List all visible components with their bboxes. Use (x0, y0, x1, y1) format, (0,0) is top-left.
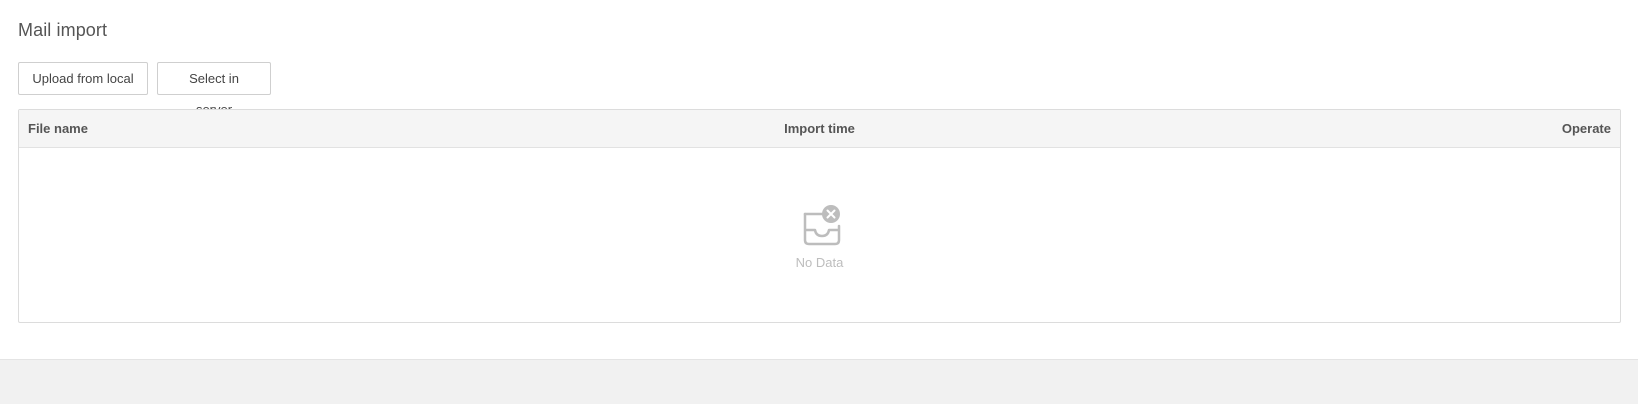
table-header: Import time File name Operate (19, 110, 1620, 148)
empty-state-text: No Data (795, 255, 844, 270)
column-header-import-time[interactable]: Import time (19, 110, 1620, 147)
import-table: Import time File name Operate No Data (18, 109, 1621, 323)
mail-import-panel: Mail import Upload from local Select in … (0, 0, 1638, 360)
footer-bar (0, 359, 1638, 404)
select-in-server-button[interactable]: Select in server (157, 62, 271, 117)
column-header-operate[interactable]: Operate (1562, 110, 1611, 147)
column-header-file-name[interactable]: File name (28, 110, 88, 147)
page-title: Mail import (18, 20, 108, 40)
upload-from-local-button[interactable]: Upload from local (18, 62, 148, 95)
empty-state: No Data (19, 148, 1620, 322)
empty-inbox-icon (802, 204, 842, 246)
